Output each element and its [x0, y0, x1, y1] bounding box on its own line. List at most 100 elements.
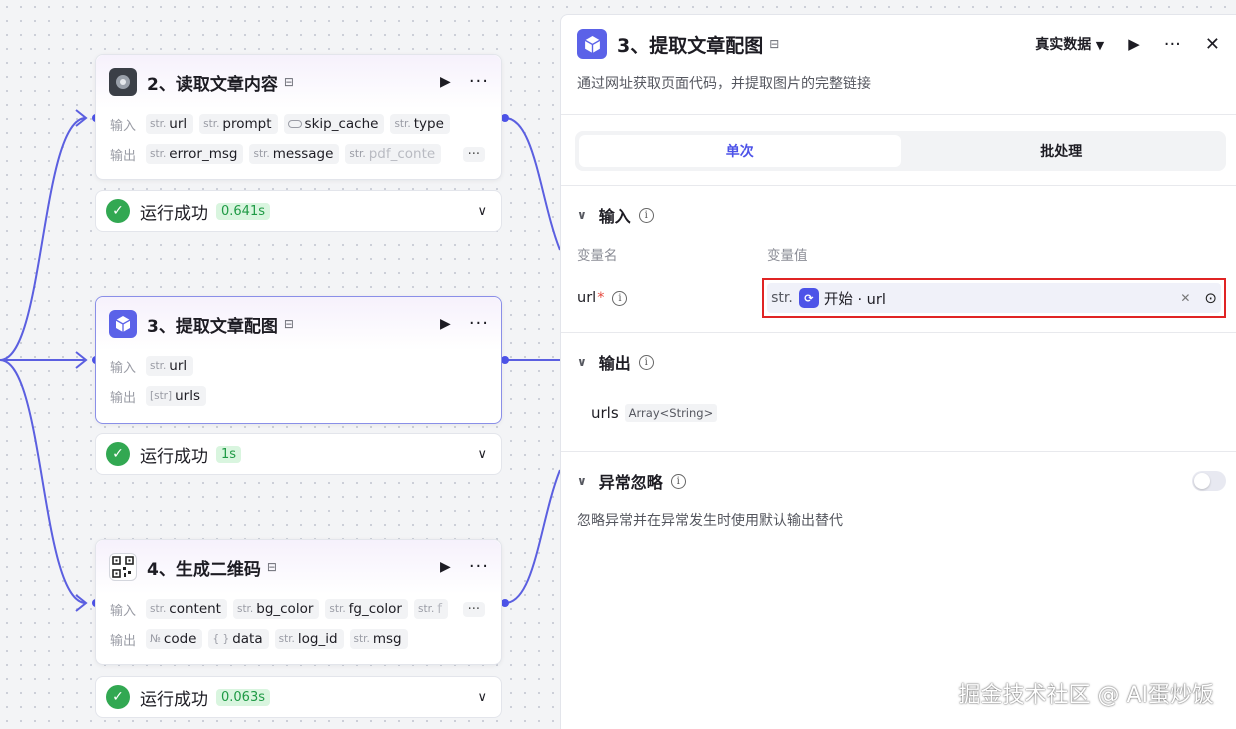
- run-node-button[interactable]: ▶: [440, 316, 451, 332]
- target-icon[interactable]: ⊙: [1204, 289, 1217, 307]
- run-node-button[interactable]: ▶: [440, 559, 451, 575]
- success-check-icon: ✓: [106, 685, 130, 709]
- qr-code-icon: [109, 553, 137, 581]
- chevron-down-icon[interactable]: ∨: [577, 208, 587, 222]
- node-outputs: 输出 [str] urls: [96, 381, 501, 411]
- param-tag: str. pdf_conte: [345, 144, 442, 164]
- node-detail-panel: 3、提取文章配图 ⊟ 真实数据 ▼ ▶ ··· ✕ 通过网址获取页面代码，并提取…: [560, 14, 1236, 729]
- photo-icon: [109, 68, 137, 96]
- more-options-button[interactable]: ···: [469, 73, 489, 91]
- ignore-exception-toggle[interactable]: [1192, 471, 1226, 491]
- node-type-icon: ⊟: [769, 37, 780, 51]
- exception-section: ∨ 异常忽略 i 忽略异常并在异常发生时使用默认输出替代: [561, 452, 1236, 530]
- tab-batch[interactable]: 批处理: [901, 135, 1223, 167]
- success-check-icon: ✓: [106, 442, 130, 466]
- info-icon[interactable]: i: [638, 354, 654, 370]
- more-options-button[interactable]: ···: [469, 315, 489, 333]
- watermark: 掘金技术社区 @ AI蛋炒饭: [958, 683, 1214, 708]
- output-section-header[interactable]: ∨ 输出 i: [577, 333, 1226, 391]
- column-headers: 变量名 变量值: [577, 244, 1226, 264]
- port-out-node2: [501, 114, 509, 122]
- panel-description: 通过网址获取页面代码，并提取图片的完整链接: [561, 73, 1236, 115]
- info-icon[interactable]: i: [612, 290, 628, 306]
- run-status-bar[interactable]: ✓ 运行成功 1s ∨: [95, 433, 502, 475]
- data-mode-label: 真实数据: [1035, 37, 1092, 53]
- edge-to-node4: [0, 359, 87, 604]
- variable-name-text: url: [577, 290, 597, 306]
- run-node-button[interactable]: ▶: [1128, 35, 1140, 53]
- variable-value-field[interactable]: str. ⟳ 开始 · url ✕ ⊙: [767, 283, 1221, 313]
- param-tag: № code: [146, 629, 203, 649]
- node-extract-images[interactable]: 3、提取文章配图 ⊟ ▶ ··· 输入 str. url 输出 [str] urls: [95, 296, 502, 424]
- outputs-label: 输出: [110, 633, 137, 649]
- status-text: 运行成功: [140, 203, 208, 224]
- param-tag: str. bg_color: [232, 599, 320, 619]
- node-header: 4、生成二维码 ⊟ ▶ ···: [96, 540, 501, 594]
- node-header: 2、读取文章内容 ⊟ ▶ ···: [96, 55, 501, 109]
- param-tag: str. f: [414, 599, 449, 619]
- more-options-button[interactable]: ···: [1164, 34, 1181, 55]
- node-read-article[interactable]: 2、读取文章内容 ⊟ ▶ ··· 输入 str. url str. prompt s…: [95, 54, 502, 180]
- variable-reference: 开始 · url: [823, 291, 886, 308]
- node-generate-qrcode[interactable]: 4、生成二维码 ⊟ ▶ ··· 输入 str. content str. bg_co…: [95, 539, 502, 665]
- run-mode-tabs: 单次 批处理: [575, 131, 1226, 171]
- node-type-icon: ⊟: [283, 317, 294, 331]
- info-icon[interactable]: i: [638, 207, 654, 223]
- output-type-badge: Array<String>: [624, 404, 718, 422]
- toggle-type-icon: [287, 120, 302, 128]
- chevron-down-icon[interactable]: ∨: [477, 690, 487, 705]
- param-tag: str. error_msg: [146, 144, 244, 164]
- status-text: 运行成功: [140, 446, 208, 467]
- node-type-icon: ⊟: [283, 75, 294, 89]
- workflow-canvas[interactable]: 2、读取文章内容 ⊟ ▶ ··· 输入 str. url str. prompt s…: [0, 0, 560, 729]
- chevron-down-icon[interactable]: ∨: [577, 474, 587, 488]
- duration-badge: 0.063s: [216, 688, 270, 706]
- tab-single[interactable]: 单次: [579, 135, 901, 167]
- param-tag: str. message: [249, 144, 340, 164]
- node-inputs: 输入 str. url str. prompt skip_cache str. typ…: [96, 109, 501, 139]
- start-node-icon: ⟳: [798, 288, 819, 308]
- port-out-node3: [501, 356, 509, 364]
- value-type-label: str.: [771, 290, 793, 306]
- outputs-label: 输出: [110, 390, 137, 406]
- param-tag: str. url: [146, 114, 194, 134]
- success-check-icon: ✓: [106, 199, 130, 223]
- param-tag: [str] urls: [146, 386, 206, 406]
- node-header: 3、提取文章配图 ⊟ ▶ ···: [96, 297, 501, 351]
- input-section-header[interactable]: ∨ 输入 i: [577, 186, 1226, 244]
- chevron-down-icon[interactable]: ∨: [577, 355, 587, 369]
- node-title: 2、读取文章内容: [147, 74, 278, 95]
- panel-title: 3、提取文章配图: [617, 34, 764, 57]
- variable-name: url * i: [577, 290, 762, 306]
- run-status-bar[interactable]: ✓ 运行成功 0.063s ∨: [95, 676, 502, 718]
- exception-section-header[interactable]: ∨ 异常忽略 i: [577, 452, 1226, 510]
- more-params-button[interactable]: ···: [462, 146, 485, 162]
- run-status-bar[interactable]: ✓ 运行成功 0.641s ∨: [95, 190, 502, 232]
- output-variable-row: urls Array<String>: [577, 391, 1226, 451]
- required-mark: *: [597, 290, 605, 306]
- chevron-down-icon[interactable]: ∨: [477, 204, 487, 219]
- more-options-button[interactable]: ···: [469, 558, 489, 576]
- param-tag: str. prompt: [199, 114, 278, 134]
- clear-icon[interactable]: ✕: [1180, 291, 1190, 305]
- output-section: ∨ 输出 i urls Array<String>: [561, 333, 1236, 452]
- info-icon[interactable]: i: [670, 473, 686, 489]
- node-outputs: 输出 str. error_msg str. message str. pdf_con…: [96, 139, 501, 169]
- param-tag: skip_cache: [283, 114, 385, 134]
- input-section: ∨ 输入 i 变量名 变量值 url * i str. ⟳ 开始 · url ✕ …: [561, 186, 1236, 333]
- node-outputs: 输出 № code { } data str. log_id str. msg: [96, 624, 501, 654]
- param-tag: str. fg_color: [325, 599, 408, 619]
- cube-icon: [577, 29, 607, 59]
- run-node-button[interactable]: ▶: [440, 74, 451, 90]
- more-params-button[interactable]: ···: [462, 601, 485, 617]
- close-icon[interactable]: ✕: [1205, 34, 1220, 55]
- column-value-header: 变量值: [767, 248, 808, 264]
- data-mode-select[interactable]: 真实数据 ▼: [1035, 34, 1104, 54]
- section-title: 输出: [598, 354, 631, 373]
- panel-header: 3、提取文章配图 ⊟ 真实数据 ▼ ▶ ··· ✕: [561, 15, 1236, 73]
- status-text: 运行成功: [140, 689, 208, 710]
- inputs-label: 输入: [110, 118, 137, 134]
- chevron-down-icon[interactable]: ∨: [477, 447, 487, 462]
- port-out-node4: [501, 599, 509, 607]
- edge-out-node4: [504, 469, 560, 604]
